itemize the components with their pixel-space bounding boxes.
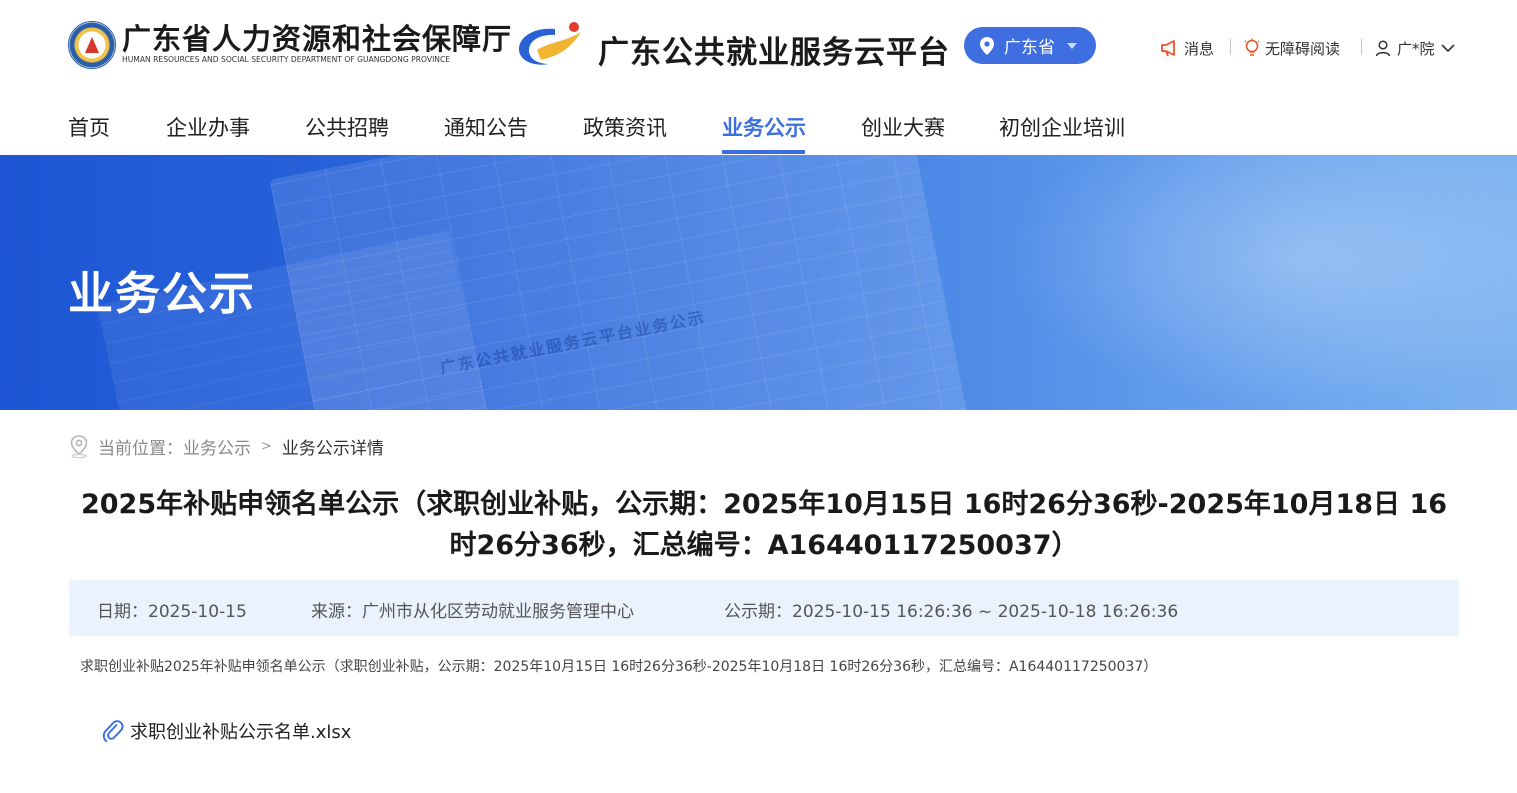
site-header: 广东省人力资源和社会保障厅 HUMAN RESOURCES AND SOCIAL… xyxy=(0,0,1517,90)
breadcrumb-separator: > xyxy=(261,438,272,454)
article-title: 2025年补贴申领名单公示（求职创业补贴，公示期：2025年10月15日 16时… xyxy=(80,489,1448,561)
org-name-cn: 广东省人力资源和社会保障厅 xyxy=(122,22,513,56)
page-banner: 广东公共就业服务云平台业务公示 业务公示 xyxy=(0,155,1517,410)
region-selector-label: 广东省 xyxy=(1004,38,1055,58)
nav-item-policy-news[interactable]: 政策资讯 xyxy=(583,112,667,142)
breadcrumb: 当前位置： 业务公示 > 业务公示详情 xyxy=(68,433,384,459)
org-name-en: HUMAN RESOURCES AND SOCIAL SECURITY DEPA… xyxy=(122,55,451,64)
divider xyxy=(1361,39,1362,55)
caret-down-icon xyxy=(1067,42,1077,49)
department-emblem-icon xyxy=(68,21,116,69)
chevron-down-icon xyxy=(1440,44,1455,53)
location-pin-icon xyxy=(980,36,994,55)
nav-item-home[interactable]: 首页 xyxy=(68,112,110,142)
banner-background-sheet xyxy=(269,155,971,410)
article-source: 来源：广州市从化区劳动就业服务管理中心 xyxy=(311,602,634,622)
accessibility-reading-label: 无障碍阅读 xyxy=(1265,39,1341,58)
article-summary: 求职创业补贴2025年补贴申领名单公示（求职创业补贴，公示期：2025年10月1… xyxy=(80,659,1158,675)
messages-label: 消息 xyxy=(1184,39,1215,58)
nav-item-startup-training[interactable]: 初创企业培训 xyxy=(999,112,1125,142)
nav-item-enterprise-services[interactable]: 企业办事 xyxy=(166,112,250,142)
nav-item-public-recruitment[interactable]: 公共招聘 xyxy=(305,112,389,142)
messages-link[interactable]: 消息 xyxy=(1160,38,1214,58)
breadcrumb-prefix: 当前位置： xyxy=(98,438,183,459)
user-icon xyxy=(1375,40,1391,57)
paperclip-icon xyxy=(102,720,124,743)
user-name: 广*院 xyxy=(1397,39,1435,58)
platform-name: 广东公共就业服务云平台 xyxy=(598,35,950,71)
accessibility-reading-link[interactable]: 无障碍阅读 xyxy=(1243,38,1340,58)
article-publicity-period: 公示期：2025-10-15 16:26:36 ~ 2025-10-18 16:… xyxy=(724,602,1179,622)
attachment-link[interactable]: 求职创业补贴公示名单.xlsx xyxy=(102,718,351,744)
banner-glow xyxy=(1000,155,1517,410)
article-meta-bar: 日期：2025-10-15 来源：广州市从化区劳动就业服务管理中心 公示期：20… xyxy=(69,580,1459,636)
article-date: 日期：2025-10-15 xyxy=(97,602,247,622)
main-nav: 首页 企业办事 公共招聘 通知公告 政策资讯 业务公示 创业大赛 初创企业培训 xyxy=(0,100,1517,155)
divider xyxy=(1230,39,1231,55)
region-selector[interactable]: 广东省 xyxy=(964,27,1096,64)
location-pin-icon xyxy=(70,435,88,458)
lightbulb-icon xyxy=(1244,38,1260,56)
banner-title: 业务公示 xyxy=(68,267,257,320)
user-account-menu[interactable]: 广*院 xyxy=(1374,38,1455,58)
platform-logo-icon xyxy=(518,22,581,65)
megaphone-icon xyxy=(1161,40,1175,57)
nav-active-indicator xyxy=(722,150,805,154)
nav-item-announcements[interactable]: 通知公告 xyxy=(444,112,528,142)
nav-item-entrepreneurship-contest[interactable]: 创业大赛 xyxy=(861,112,945,142)
breadcrumb-current: 业务公示详情 xyxy=(281,438,384,459)
attachment-filename: 求职创业补贴公示名单.xlsx xyxy=(130,722,352,743)
nav-item-business-publicity[interactable]: 业务公示 xyxy=(722,112,806,142)
breadcrumb-parent-link[interactable]: 业务公示 xyxy=(183,434,251,459)
